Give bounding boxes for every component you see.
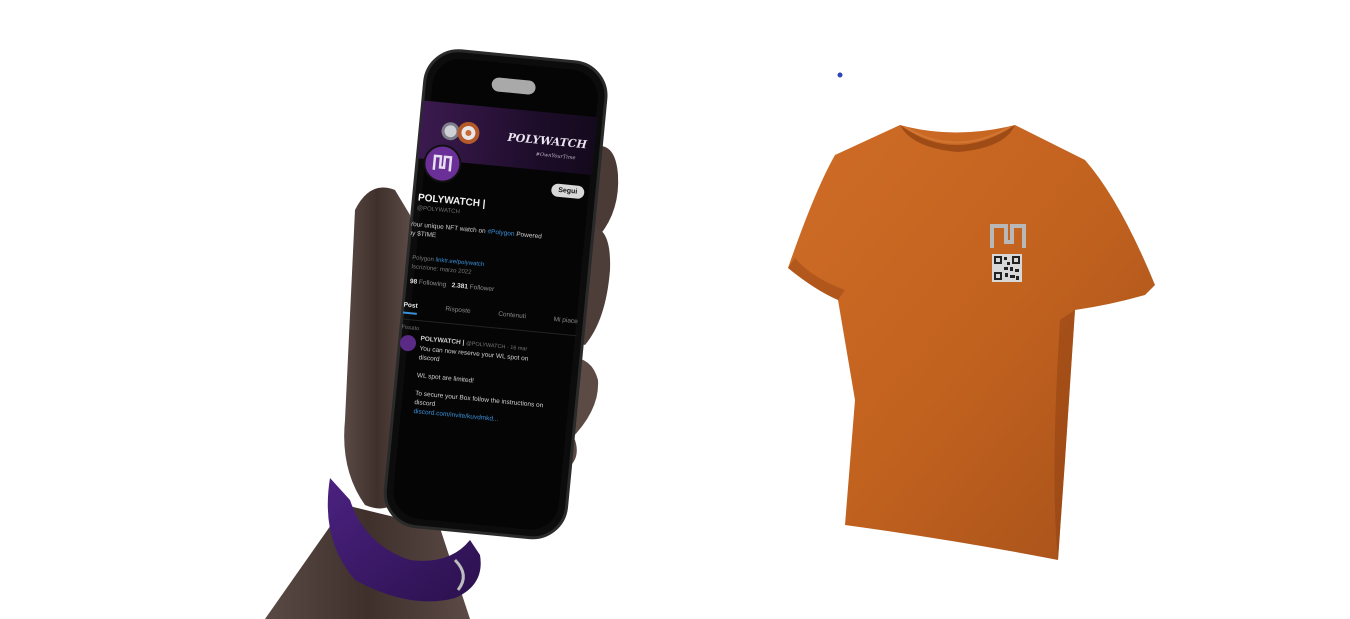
tweet-author: POLYWATCH | — [420, 335, 465, 347]
tab-likes[interactable]: Mi piace — [553, 316, 578, 330]
t-shirt — [788, 125, 1155, 560]
banner-title: POLYWATCH — [506, 130, 588, 152]
tweet-line: discord — [414, 399, 436, 408]
profile-bio: Your unique NFT watch on #Polygon Powere… — [408, 220, 579, 254]
followers-label: Follower — [469, 283, 495, 294]
following-count[interactable]: 98 — [410, 278, 418, 286]
scene-illustration — [265, 49, 1155, 619]
bio-text: by $TIME — [408, 229, 437, 240]
tweet-line: discord — [418, 354, 440, 364]
bio-text: Powered — [515, 231, 543, 241]
tab-replies[interactable]: Risposte — [445, 306, 471, 320]
pinned-tweet[interactable]: Fissato POLYWATCH | @POLYWATCH · 16 mar … — [393, 323, 573, 430]
tweet-line: WL spot are limited! — [416, 372, 475, 385]
tab-post[interactable]: Post — [402, 301, 418, 315]
follow-button[interactable]: Segui — [550, 183, 585, 200]
tweet-avatar[interactable] — [399, 334, 417, 352]
avatar[interactable] — [421, 142, 464, 185]
bio-link[interactable]: #Polygon — [487, 228, 515, 238]
banner-tagline: #OwnYourTime — [535, 151, 576, 162]
tab-media[interactable]: Contenuti — [497, 311, 526, 326]
location-text: Polygon — [411, 255, 435, 264]
dot-icon — [837, 72, 843, 78]
following-label: Following — [418, 278, 447, 289]
followers-count[interactable]: 2.381 — [451, 282, 468, 291]
tweet-body: POLYWATCH | @POLYWATCH · 16 mar You can … — [413, 334, 572, 430]
tweet-link[interactable]: discord.com/invite/kuvdmkd... — [413, 408, 499, 423]
profile-stats: 98 Following 2.381 Follower — [410, 278, 495, 293]
qr-code-icon — [992, 254, 1022, 282]
product-scene — [0, 0, 1350, 619]
profile-meta: Polygon linktr.ee/polywatch Iscrizione: … — [411, 254, 485, 279]
polywatch-logo-icon — [432, 154, 453, 172]
phone-screen: POLYWATCH #OwnYourTime Segui POLYWATCH |… — [387, 93, 599, 498]
